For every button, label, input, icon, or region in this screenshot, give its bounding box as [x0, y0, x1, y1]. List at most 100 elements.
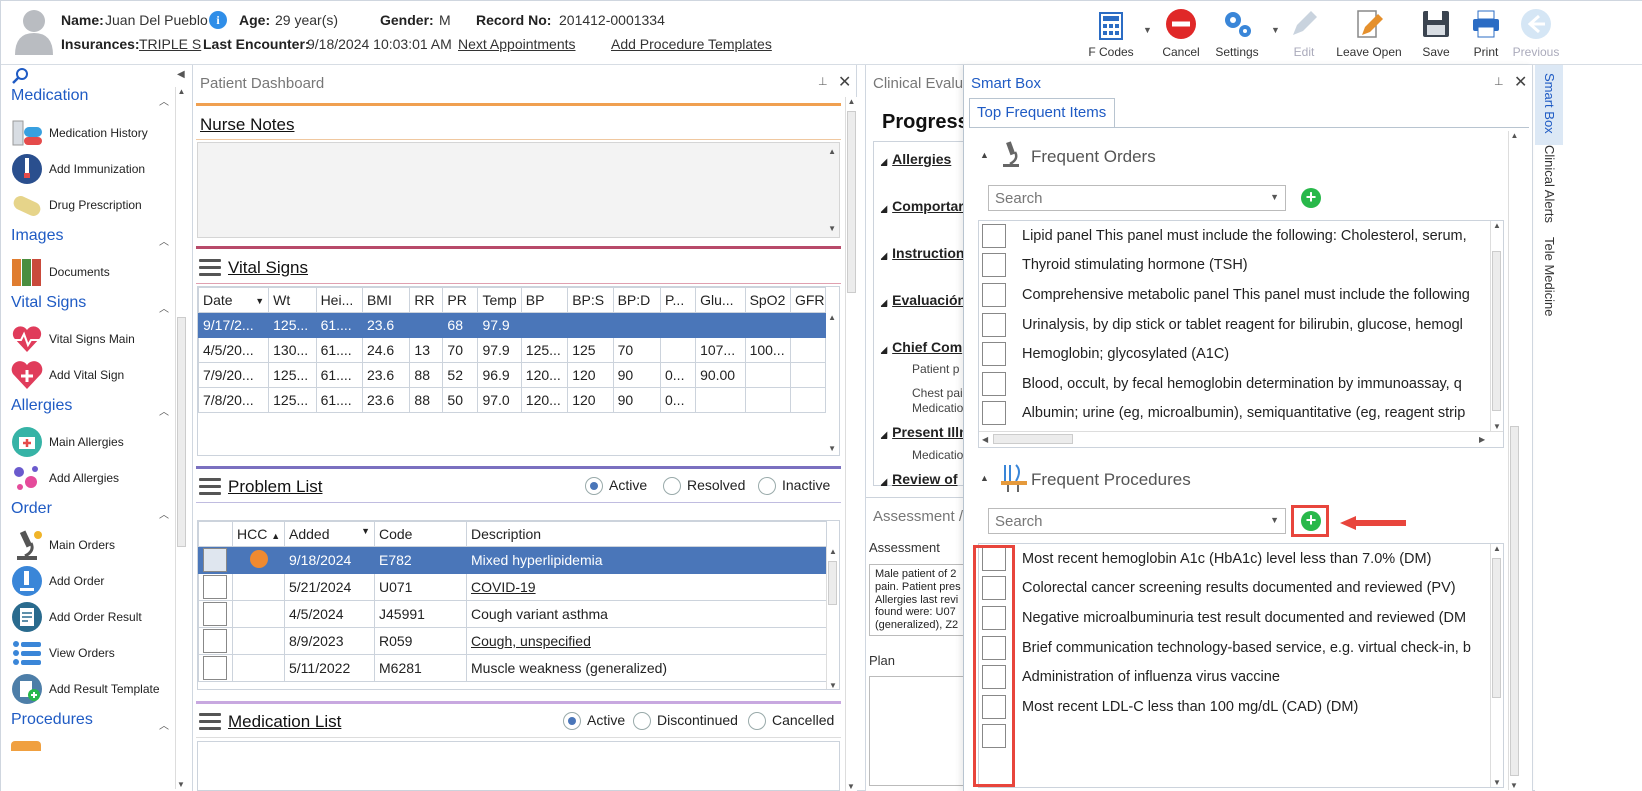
procedures-search-combobox[interactable]: Search ▼ [988, 508, 1286, 534]
item-checkbox[interactable] [982, 282, 1006, 307]
orders-vscrollbar[interactable]: ▲ ▼ [1490, 221, 1503, 431]
scroll-up-icon[interactable]: ▲ [1509, 131, 1520, 140]
patient-info-icon[interactable]: i [209, 11, 227, 29]
problem-filter-resolved[interactable]: Resolved [663, 477, 745, 496]
chevron-down-icon[interactable]: ▼ [1270, 515, 1279, 525]
expand-icon[interactable]: ◢ [881, 157, 887, 166]
chevron-up-icon[interactable]: ︿ [159, 233, 169, 248]
row-checkbox[interactable] [203, 602, 227, 626]
vitals-column-header[interactable]: GFR [789, 287, 827, 313]
nurse-notes-textarea[interactable]: ▲ ▼ [197, 142, 840, 238]
table-row[interactable]: 8/9/2023 R059 Cough, unspecified [198, 627, 827, 655]
item-checkbox[interactable] [982, 223, 1006, 248]
scroll-right-icon[interactable]: ▶ [1479, 435, 1485, 444]
sort-dropdown-icon[interactable]: ▼ [255, 296, 264, 306]
radio-inactive[interactable] [758, 477, 776, 496]
add-procedure-templates-link[interactable]: Add Procedure Templates [611, 36, 772, 52]
tree-item-present-illness[interactable]: ◢ Present Illn [881, 424, 968, 440]
vital-signs-menu-icon[interactable] [199, 259, 221, 277]
medication-filter-discontinued[interactable]: Discontinued [633, 712, 738, 731]
order-list-item[interactable]: Hemoglobin; glycosylated (A1C) [979, 339, 1487, 369]
assessment-textarea[interactable]: Male patient of 2 pain. Patient pres All… [869, 564, 974, 636]
sidebar-item-add-immunization[interactable]: Add Immunization [11, 152, 181, 186]
sidebar-item-drug-prescription[interactable]: Drug Prescription [11, 188, 181, 222]
side-tab-smart-box[interactable]: Smart Box [1542, 73, 1557, 134]
dashboard-scrollbar[interactable]: ▲ ▼ [845, 97, 857, 791]
procedures-scroll-thumb[interactable] [1492, 558, 1501, 698]
problem-col-code[interactable]: Code [374, 521, 467, 547]
expand-icon[interactable]: ◢ [881, 251, 887, 260]
radio-active[interactable] [585, 477, 603, 496]
expand-icon[interactable]: ◢ [881, 345, 887, 354]
row-checkbox[interactable] [203, 575, 227, 599]
row-checkbox[interactable] [203, 656, 227, 680]
vitals-column-header[interactable]: P... [659, 287, 697, 313]
vitals-column-header[interactable]: BP:D [612, 287, 662, 313]
tree-item-chief-complaint[interactable]: ◢ Chief Com [881, 339, 962, 355]
order-list-item[interactable]: Blood, occult, by fecal hemoglobin deter… [979, 369, 1487, 399]
filter-dropdown-icon[interactable]: ▼ [361, 526, 370, 536]
scroll-down-icon[interactable]: ▼ [827, 681, 839, 689]
scroll-down-icon[interactable]: ▼ [846, 782, 856, 791]
medication-filter-active[interactable]: Active [563, 712, 625, 731]
sidebar-item-add-result-template[interactable]: Add Result Template [11, 672, 181, 706]
scroll-down-icon[interactable]: ▼ [1509, 781, 1519, 790]
sidebar-item-documents[interactable]: Documents [11, 255, 181, 289]
vitals-column-header[interactable]: Glu... [695, 287, 746, 313]
sidebar-item-add-vital-sign[interactable]: Add Vital Sign [11, 358, 181, 392]
vitals-column-header[interactable]: BP [520, 287, 569, 313]
medication-filter-cancelled[interactable]: Cancelled [748, 712, 834, 731]
section-procedures[interactable]: Procedures [11, 711, 93, 729]
add-procedure-plus-icon[interactable]: + [1301, 511, 1321, 531]
tree-item-review-of-systems[interactable]: ◢ Review of [881, 471, 958, 487]
orders-search-combobox[interactable]: Search ▼ [988, 185, 1286, 211]
chevron-up-icon[interactable]: ︿ [159, 717, 169, 732]
vitals-column-header[interactable]: RR [409, 287, 444, 313]
problem-list-menu-icon[interactable] [199, 478, 221, 496]
procedure-list-item-partial[interactable] [979, 722, 1487, 752]
chevron-down-icon[interactable]: ▼ [1270, 192, 1279, 202]
collapse-orders-icon[interactable]: ▲ [980, 150, 989, 160]
fcodes-button[interactable]: F Codes [1078, 5, 1144, 61]
scroll-up-icon[interactable]: ▲ [828, 313, 836, 322]
add-order-plus-icon[interactable]: + [1301, 188, 1321, 208]
vitals-column-header[interactable]: SpO2 [744, 287, 791, 313]
problem-col-added[interactable]: Added ▼ [284, 521, 375, 547]
radio-resolved[interactable] [663, 477, 681, 496]
scroll-down-icon[interactable]: ▼ [1491, 778, 1503, 787]
smartbox-scroll-thumb[interactable] [1510, 426, 1519, 776]
scroll-down-icon[interactable]: ▼ [1491, 422, 1503, 431]
section-medication[interactable]: Medication [11, 87, 88, 105]
scroll-down-icon[interactable]: ▼ [828, 224, 836, 233]
insurance-link[interactable]: TRIPLE S [139, 36, 201, 52]
procedure-list-item[interactable]: Brief communication technology-based ser… [979, 633, 1487, 663]
procedures-vscrollbar[interactable]: ▲ ▼ [1490, 544, 1503, 787]
leave-open-button[interactable]: Leave Open [1336, 5, 1402, 61]
problem-col-check[interactable] [198, 521, 233, 547]
tree-item-instructions[interactable]: ◢ Instruction [881, 245, 965, 261]
order-list-item[interactable]: Thyroid stimulating hormone (TSH) [979, 251, 1487, 281]
procedure-list-item[interactable]: Administration of influenza virus vaccin… [979, 662, 1487, 692]
orders-hscrollbar[interactable]: ◀ ▶ [979, 431, 1503, 447]
item-checkbox[interactable] [982, 253, 1006, 278]
side-tab-clinical-alerts[interactable]: Clinical Alerts [1542, 145, 1557, 223]
scroll-up-icon[interactable]: ▲ [846, 97, 857, 106]
vitals-column-header[interactable]: BMI [361, 287, 411, 313]
orders-hscroll-thumb[interactable] [993, 434, 1073, 444]
table-row[interactable]: 7/9/20... 125... 61.... 23.6 88 52 96.9 120... 1… [198, 362, 827, 388]
item-checkbox[interactable] [982, 312, 1006, 337]
sidebar-item-medication-history[interactable]: Medication History [11, 116, 181, 150]
procedure-list-item[interactable]: Most recent LDL-C less than 100 mg/dL (C… [979, 692, 1487, 722]
sidebar-item-main-allergies[interactable]: Main Allergies [11, 425, 181, 459]
edit-button[interactable]: Edit [1271, 5, 1337, 61]
vitals-column-header[interactable]: Date ▼ [198, 287, 270, 313]
collapse-sidebar-icon[interactable]: ◀ [177, 69, 185, 80]
pin-icon[interactable]: ⊥ [1494, 75, 1504, 88]
order-list-item[interactable]: Lipid panel This panel must include the … [979, 221, 1487, 251]
procedure-list-item[interactable]: Most recent hemoglobin A1c (HbA1c) level… [979, 544, 1487, 574]
table-row[interactable]: 5/11/2022 M6281 Muscle weakness (general… [198, 654, 827, 682]
item-checkbox[interactable] [982, 401, 1006, 426]
chevron-up-icon[interactable]: ︿ [159, 93, 169, 108]
medication-list-menu-icon[interactable] [199, 713, 221, 731]
section-order[interactable]: Order [11, 500, 52, 518]
